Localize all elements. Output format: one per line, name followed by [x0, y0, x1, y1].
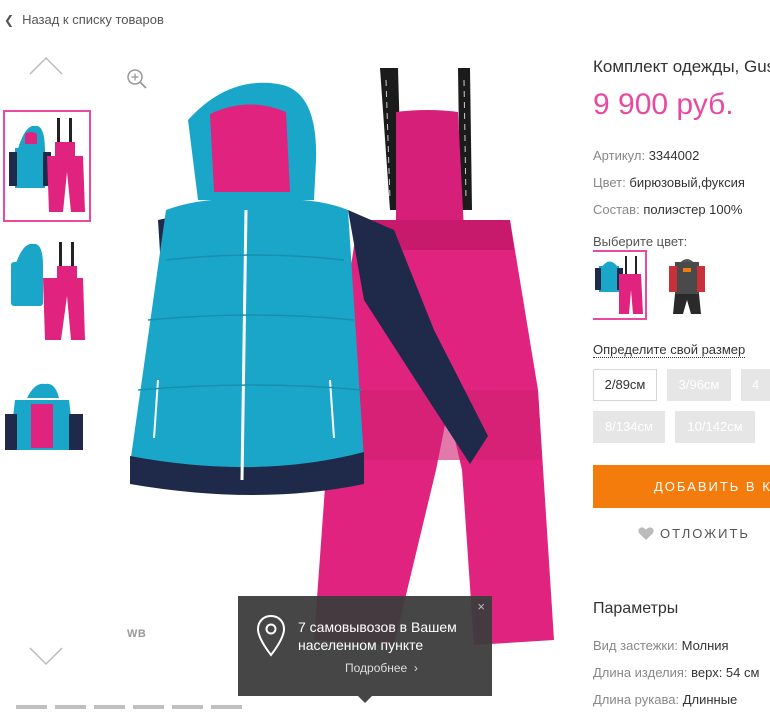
params-heading: Параметры [593, 600, 679, 617]
pagination-dot[interactable] [94, 705, 125, 709]
thumbnail-jacket-open[interactable] [5, 370, 89, 478]
pickup-message: 7 самовывозов в Вашем населенном пункте [298, 619, 457, 653]
more-details-link[interactable]: Подробнее › [345, 661, 418, 675]
add-to-cart-button[interactable]: ДОБАВИТЬ В КОРЗИНУ [593, 465, 770, 508]
param-closure: Вид застежки: Молния [593, 638, 729, 653]
map-pin-icon [256, 614, 286, 657]
more-details-label: Подробнее [345, 661, 408, 675]
color-swatch-red-black[interactable] [663, 252, 715, 318]
product-title: Комплект одежды, Gusti [593, 57, 770, 76]
color-swatch-turquoise-fuchsia[interactable] [593, 250, 647, 320]
size-option: 3/96см [667, 369, 731, 401]
attribute-value: полиэстер 100% [643, 202, 743, 217]
back-label: Назад к списку товаров [22, 12, 164, 27]
pagination-dot[interactable] [133, 705, 164, 709]
close-icon[interactable]: × [477, 599, 485, 614]
param-length: Длина изделия: верх: 54 см [593, 665, 759, 680]
product-info-panel: Комплект одежды, Gusti 9 900 руб. Артику… [593, 0, 770, 719]
attribute-color: Цвет: бирюзовый,фуксия [593, 175, 745, 190]
product-main-image [130, 68, 554, 645]
attribute-key: Состав: [593, 202, 640, 217]
size-option: 10/142см [675, 411, 755, 443]
watermark: WB [127, 628, 147, 640]
pagination-dot[interactable] [211, 705, 242, 709]
attribute-key: Цвет: [593, 175, 626, 190]
size-option: 4 [741, 369, 770, 401]
postpone-button[interactable]: ОТЛОЖИТЬ [638, 526, 750, 541]
attribute-value: 3344002 [648, 148, 700, 163]
heart-icon [638, 526, 654, 540]
attribute-key: Артикул: [593, 148, 646, 163]
size-option: 8/134см [593, 411, 665, 443]
thumbnail-jacket-and-overalls[interactable] [3, 110, 91, 222]
chevron-left-icon: ❮ [4, 12, 15, 27]
size-guide-link[interactable]: Определите свой размер [593, 342, 746, 358]
pagination-dot[interactable] [172, 705, 203, 709]
pagination-dot[interactable] [55, 705, 86, 709]
chevron-down-icon[interactable] [28, 646, 64, 668]
param-key: Длина изделия: [593, 665, 688, 680]
chevron-right-icon: › [410, 661, 418, 675]
pagination-dot[interactable] [16, 705, 47, 709]
param-key: Длина рукава: [593, 692, 680, 707]
param-value: Молния [681, 638, 729, 653]
pickup-points-popup: × 7 самовывозов в Вашем населенном пункт… [238, 596, 492, 703]
thumbnail-vest-and-overalls[interactable] [5, 236, 89, 344]
param-value: верх: 54 см [691, 665, 760, 680]
back-to-list-link[interactable]: ❮ Назад к списку товаров [4, 12, 164, 27]
param-key: Вид застежки: [593, 638, 678, 653]
gallery-pagination [16, 705, 242, 709]
color-select-label: Выберите цвет: [593, 234, 688, 249]
param-sleeve: Длина рукава: Длинные [593, 692, 737, 707]
product-price: 9 900 руб. [593, 88, 734, 121]
postpone-label: ОТЛОЖИТЬ [660, 526, 750, 541]
attribute-composition: Состав: полиэстер 100% [593, 202, 742, 217]
popup-tail [358, 696, 372, 703]
attribute-article: Артикул: 3344002 [593, 148, 699, 163]
param-value: Длинные [682, 692, 738, 707]
chevron-up-icon[interactable] [28, 54, 64, 76]
size-option[interactable]: 2/89см [593, 369, 657, 401]
attribute-value: бирюзовый,фуксия [629, 175, 745, 190]
